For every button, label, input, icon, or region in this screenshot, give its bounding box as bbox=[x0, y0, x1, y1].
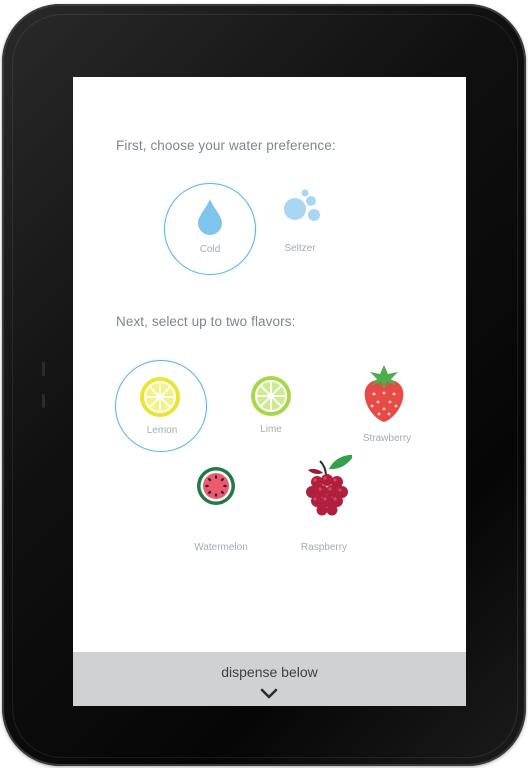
flavor-option-label: Watermelon bbox=[194, 542, 248, 553]
flavors-heading: Next, select up to two flavors: bbox=[116, 314, 296, 329]
lime-icon bbox=[251, 376, 291, 416]
side-button bbox=[42, 362, 45, 376]
lemon-icon bbox=[140, 377, 180, 417]
watermelon-icon bbox=[197, 467, 235, 505]
flavor-option-lime[interactable]: Lime bbox=[231, 360, 323, 452]
flavor-option-watermelon[interactable]: Watermelon bbox=[175, 447, 267, 553]
flavor-option-label: Lime bbox=[260, 424, 282, 435]
flavor-option-lemon[interactable]: Lemon bbox=[115, 360, 207, 452]
chevron-down-icon bbox=[260, 688, 278, 699]
flavor-option-strawberry[interactable]: Strawberry bbox=[341, 360, 433, 452]
water-option-cold[interactable]: Cold bbox=[164, 183, 256, 275]
flavor-option-raspberry[interactable]: Raspberry bbox=[284, 447, 376, 553]
water-heading: First, choose your water preference: bbox=[116, 138, 336, 153]
dispense-label: dispense below bbox=[221, 664, 318, 680]
water-drop-icon bbox=[198, 199, 222, 235]
side-button bbox=[42, 394, 45, 408]
bubbles-icon bbox=[284, 189, 320, 221]
water-option-label: Seltzer bbox=[284, 243, 316, 254]
water-option-label: Cold bbox=[199, 244, 221, 255]
strawberry-icon bbox=[364, 365, 404, 422]
screen: First, choose your water preference: Col… bbox=[73, 77, 466, 706]
flavor-option-label: Strawberry bbox=[362, 433, 412, 444]
water-option-seltzer[interactable]: Seltzer bbox=[273, 183, 365, 275]
dispense-footer[interactable]: dispense below bbox=[73, 652, 466, 706]
flavor-option-label: Lemon bbox=[146, 425, 178, 436]
flavor-option-label: Raspberry bbox=[300, 542, 348, 553]
raspberry-icon bbox=[306, 454, 352, 516]
